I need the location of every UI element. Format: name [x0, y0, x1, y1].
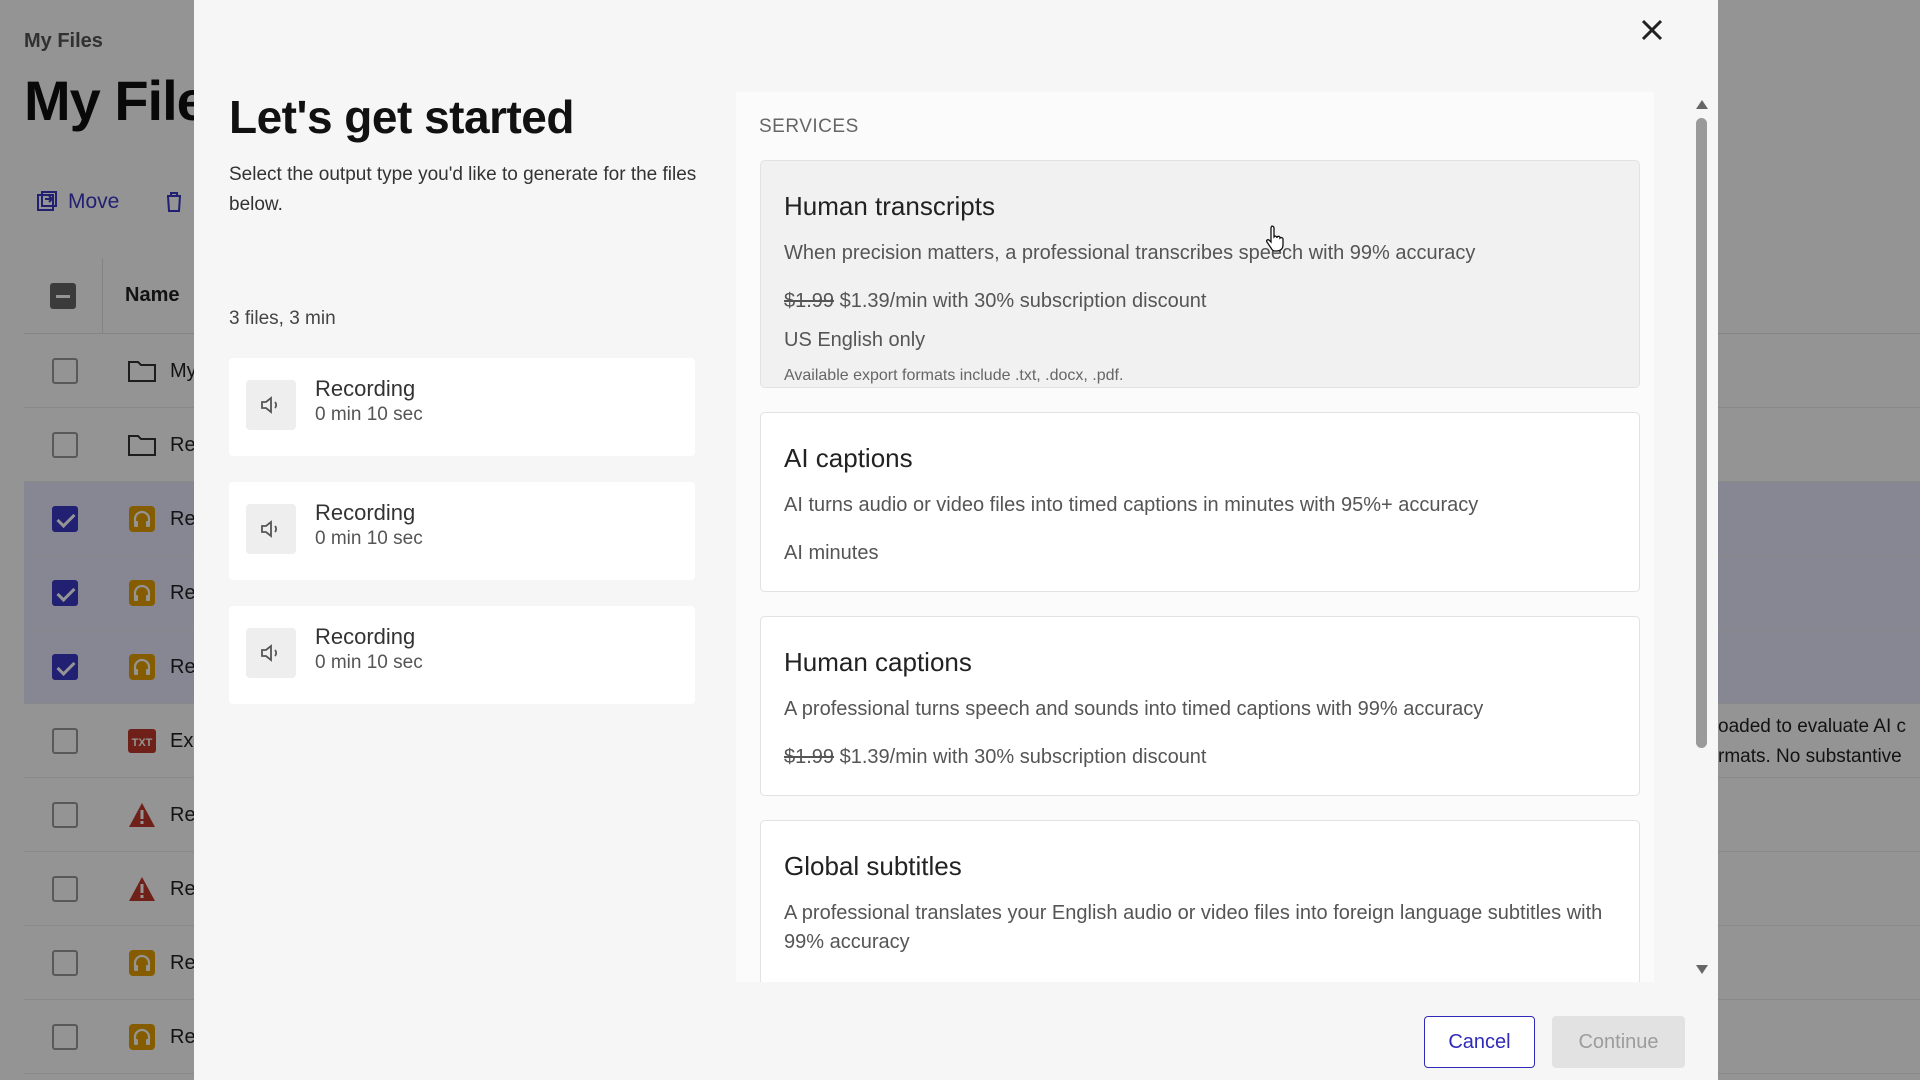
file-name: Recording [315, 624, 416, 649]
old-price: $1.99 [784, 290, 835, 312]
order-modal: Let's get started Select the output type… [194, 0, 1718, 1080]
file-name: Recording [315, 500, 416, 525]
service-option-ai-captions[interactable]: AI captions AI turns audio or video file… [760, 412, 1640, 592]
cancel-button[interactable]: Cancel [1424, 1016, 1535, 1068]
speaker-icon [246, 628, 296, 678]
service-option-global-subtitles[interactable]: Global subtitles A professional translat… [760, 820, 1640, 982]
file-duration: 0 min 10 sec [315, 404, 423, 425]
services-panel[interactable]: SERVICES Human transcripts When precisio… [736, 92, 1654, 982]
export-formats: Available export formats include .txt, .… [784, 367, 1124, 384]
close-button[interactable] [1634, 12, 1670, 48]
files-count: 3 files, 3 min [229, 308, 336, 329]
service-description: A professional turns speech and sounds i… [784, 698, 1484, 720]
file-item: Recording 0 min 10 sec [229, 606, 695, 704]
speaker-icon [246, 504, 296, 554]
file-item: Recording 0 min 10 sec [229, 358, 695, 456]
selected-files-list: Recording 0 min 10 sec Recording 0 min 1… [229, 358, 695, 730]
service-description: AI turns audio or video files into timed… [784, 494, 1479, 516]
modal-subtitle: Select the output type you'd like to gen… [229, 164, 697, 215]
service-title: AI captions [784, 443, 913, 473]
service-option-human-captions[interactable]: Human captions A professional turns spee… [760, 616, 1640, 796]
service-title: Human transcripts [784, 191, 995, 221]
service-option-human-transcripts[interactable]: Human transcripts When precision matters… [760, 160, 1640, 388]
service-description: When precision matters, a professional t… [784, 242, 1476, 264]
services-label: SERVICES [759, 116, 859, 137]
service-price: $1.99 $1.39/min with 30% subscription di… [784, 746, 1207, 769]
hand-cursor-icon [1266, 225, 1284, 252]
service-price: AI minutes [784, 542, 879, 564]
speaker-icon [246, 380, 296, 430]
close-icon [1641, 19, 1663, 41]
services-scrollbar[interactable] [1694, 94, 1708, 978]
service-title: Human captions [784, 647, 972, 677]
continue-button[interactable]: Continue [1552, 1016, 1685, 1068]
old-price: $1.99 [784, 746, 835, 768]
current-price: $1.39/min with 30% subscription discount [839, 290, 1207, 312]
scroll-up-arrow-icon[interactable] [1696, 100, 1708, 109]
file-name: Recording [315, 376, 416, 401]
service-price: $1.99 $1.39/min with 30% subscription di… [784, 290, 1207, 313]
file-item: Recording 0 min 10 sec [229, 482, 695, 580]
file-duration: 0 min 10 sec [315, 528, 423, 549]
scroll-down-arrow-icon[interactable] [1696, 965, 1708, 974]
scrollbar-thumb[interactable] [1696, 118, 1707, 748]
service-note: US English only [784, 329, 926, 351]
service-description: A professional translates your English a… [784, 902, 1603, 953]
modal-title: Let's get started [229, 91, 574, 143]
current-price: $1.39/min with 30% subscription discount [839, 746, 1207, 768]
service-title: Global subtitles [784, 851, 962, 881]
file-duration: 0 min 10 sec [315, 652, 423, 673]
